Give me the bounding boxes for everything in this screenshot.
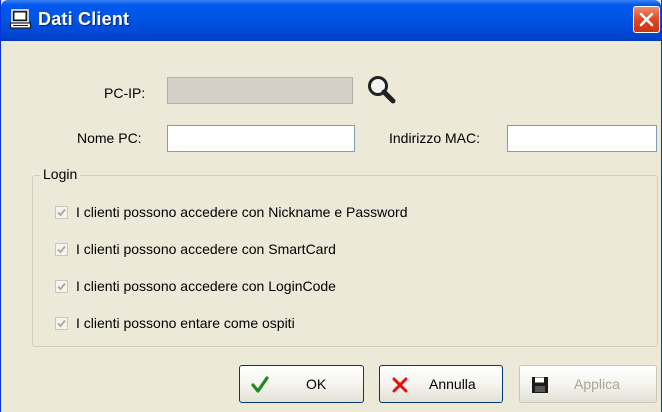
apply-label: Applica <box>574 376 620 392</box>
checkbox-label: I clienti possono accedere con SmartCard <box>76 241 336 257</box>
nomepc-label: Nome PC: <box>77 130 142 146</box>
title-bar[interactable]: Dati Client <box>1 0 661 41</box>
pcip-label: PC-IP: <box>104 85 146 101</box>
login-groupbox: Login I clienti possono accedere con Nic… <box>32 166 658 347</box>
ok-label: OK <box>306 376 327 392</box>
search-button[interactable] <box>365 73 399 107</box>
dialog-body: PC-IP: Nome PC: Indirizzo MAC: Login I c… <box>1 41 661 412</box>
floppy-disk-icon <box>530 375 550 398</box>
checkbox[interactable] <box>55 205 68 219</box>
pcip-field[interactable] <box>167 77 353 104</box>
mac-field[interactable] <box>507 125 657 152</box>
option-logincode[interactable]: I clienti possono accedere con LoginCode <box>55 276 336 296</box>
option-guest[interactable]: I clienti possono entare come ospiti <box>55 313 295 333</box>
close-button[interactable] <box>633 6 660 33</box>
checkbox[interactable] <box>55 279 68 293</box>
cancel-label: Annulla <box>429 376 476 392</box>
checkbox-label: I clienti possono entare come ospiti <box>76 315 295 331</box>
checkbox-label: I clienti possono accedere con LoginCode <box>76 278 336 294</box>
nomepc-field[interactable] <box>167 125 355 152</box>
computer-icon <box>9 9 32 30</box>
dialog-window: Dati Client PC-IP: Nome PC: Indirizzo MA… <box>0 0 662 412</box>
ok-button[interactable]: OK <box>239 365 364 403</box>
option-smartcard[interactable]: I clienti possono accedere con SmartCard <box>55 239 336 259</box>
magnifier-icon <box>368 76 396 104</box>
cancel-button[interactable]: Annulla <box>379 365 503 403</box>
checkmark-icon <box>250 375 270 398</box>
checkbox-label: I clienti possono accedere con Nickname … <box>76 204 408 220</box>
option-nickname-password[interactable]: I clienti possono accedere con Nickname … <box>55 202 408 222</box>
window-title: Dati Client <box>38 9 130 29</box>
login-legend: Login <box>40 166 81 182</box>
close-icon <box>639 12 654 27</box>
x-icon <box>390 375 410 398</box>
checkbox[interactable] <box>55 242 68 256</box>
apply-button[interactable]: Applica <box>519 365 657 403</box>
checkbox[interactable] <box>55 316 68 330</box>
mac-label: Indirizzo MAC: <box>389 130 481 146</box>
